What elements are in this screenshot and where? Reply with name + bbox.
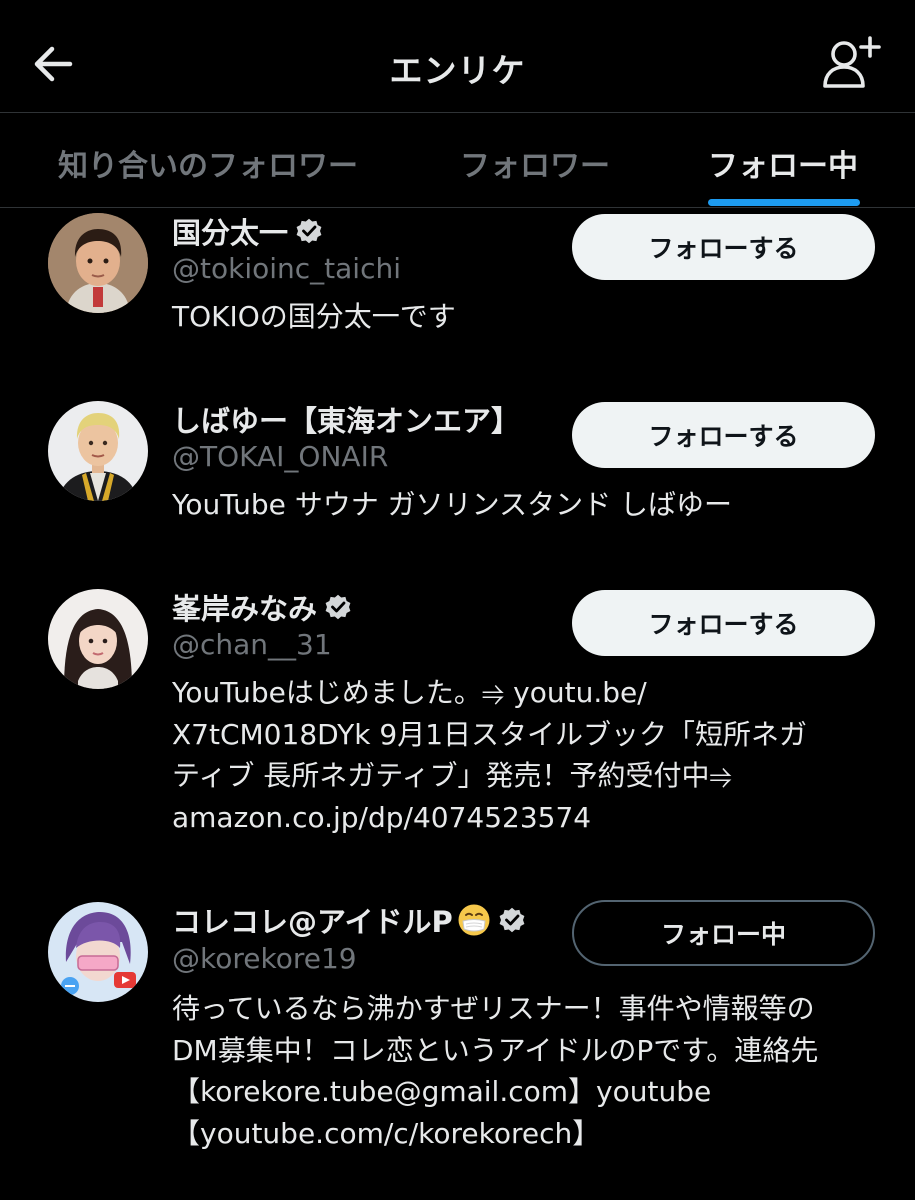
top-bar: エンリケ xyxy=(0,0,915,113)
user-list-item[interactable]: コレコレ@アイドルP @korekore19 待っているなら沸かすぜリスナー！事… xyxy=(0,896,915,1200)
user-bio: TOKIOの国分太一です xyxy=(172,296,887,338)
bio-line: TOKIOの国分太一です xyxy=(172,300,456,333)
avatar[interactable] xyxy=(48,589,148,689)
user-list-item[interactable]: しばゆー【東海オンエア】 @TOKAI_ONAIR YouTube サウナ ガソ… xyxy=(0,396,915,576)
user-handle: @tokioinc_taichi xyxy=(172,252,401,285)
bio-line: ティブ 長所ネガティブ」発売！予約受付中⥤ xyxy=(172,759,732,792)
tab-mutual-followers[interactable]: 知り合いのフォロワー xyxy=(58,141,358,185)
tab-followers[interactable]: フォロワー xyxy=(460,141,610,185)
bio-line: amazon.co.jp/dp/4074523574 xyxy=(172,800,592,834)
display-name: しばゆー【東海オンエア】 xyxy=(172,404,521,438)
user-handle: @chan__31 xyxy=(172,628,332,661)
tab-following[interactable]: フォロー中 xyxy=(708,141,858,185)
avatar[interactable] xyxy=(48,401,148,501)
following-button[interactable]: フォロー中 xyxy=(572,900,875,966)
avatar[interactable] xyxy=(48,902,148,1002)
bio-line: YouTubeはじめました。⥤ youtu.be/ xyxy=(172,676,647,709)
active-tab-indicator xyxy=(708,199,860,206)
user-list-item[interactable]: 国分太一 @tokioinc_taichi TOKIOの国分太一です フォローす… xyxy=(0,208,915,388)
bio-line: YouTube サウナ ガソリンスタンド しばゆー xyxy=(172,488,733,521)
user-handle: @TOKAI_ONAIR xyxy=(172,440,389,473)
bio-line: DM募集中！コレ恋というアイドルのPです。連絡先 xyxy=(172,1033,819,1067)
name-row: 国分太一 xyxy=(172,211,324,251)
name-row: 峯岸みなみ xyxy=(172,587,353,627)
user-bio: YouTubeはじめました。⥤ youtu.be/ X7tCM018DYk 9月… xyxy=(172,672,887,838)
bio-line: 【youtube.com/c/korekorech】 xyxy=(172,1116,601,1150)
name-row: コレコレ@アイドルP xyxy=(172,900,527,940)
display-name: 峯岸みなみ xyxy=(172,592,318,626)
display-name: 国分太一 xyxy=(172,216,289,250)
user-bio: YouTube サウナ ガソリンスタンド しばゆー xyxy=(172,484,887,526)
follow-button[interactable]: フォローする xyxy=(572,590,875,656)
verified-badge-icon xyxy=(325,594,351,620)
follow-button[interactable]: フォローする xyxy=(572,214,875,280)
name-row: しばゆー【東海オンエア】 xyxy=(172,399,520,439)
add-person-icon xyxy=(823,36,881,88)
page-title: エンリケ xyxy=(389,51,526,90)
verified-badge-icon xyxy=(296,218,322,244)
bio-line: X7tCM018DYk 9月1日スタイルブック「短所ネガ xyxy=(172,717,808,751)
display-name: コレコレ@アイドルP xyxy=(172,905,453,939)
add-person-button[interactable] xyxy=(818,34,882,94)
user-list-item[interactable]: 峯岸みなみ @chan__31 YouTubeはじめました。⥤ youtu.be… xyxy=(0,584,915,884)
follow-button[interactable]: フォローする xyxy=(572,402,875,468)
user-list: 国分太一 @tokioinc_taichi TOKIOの国分太一です フォローす… xyxy=(0,208,915,1200)
bio-line: 【korekore.tube@gmail.com】youtube xyxy=(172,1075,712,1108)
user-handle: @korekore19 xyxy=(172,942,357,975)
bio-line: 待っているなら沸かすぜリスナー！事件や情報等の xyxy=(172,992,815,1025)
verified-badge-icon xyxy=(499,907,525,933)
mask-face-emoji-icon xyxy=(457,903,491,937)
tab-bar: 知り合いのフォロワー フォロワー フォロー中 xyxy=(0,113,915,208)
user-bio: 待っているなら沸かすぜリスナー！事件や情報等の DM募集中！コレ恋というアイドル… xyxy=(172,988,887,1154)
avatar[interactable] xyxy=(48,213,148,313)
